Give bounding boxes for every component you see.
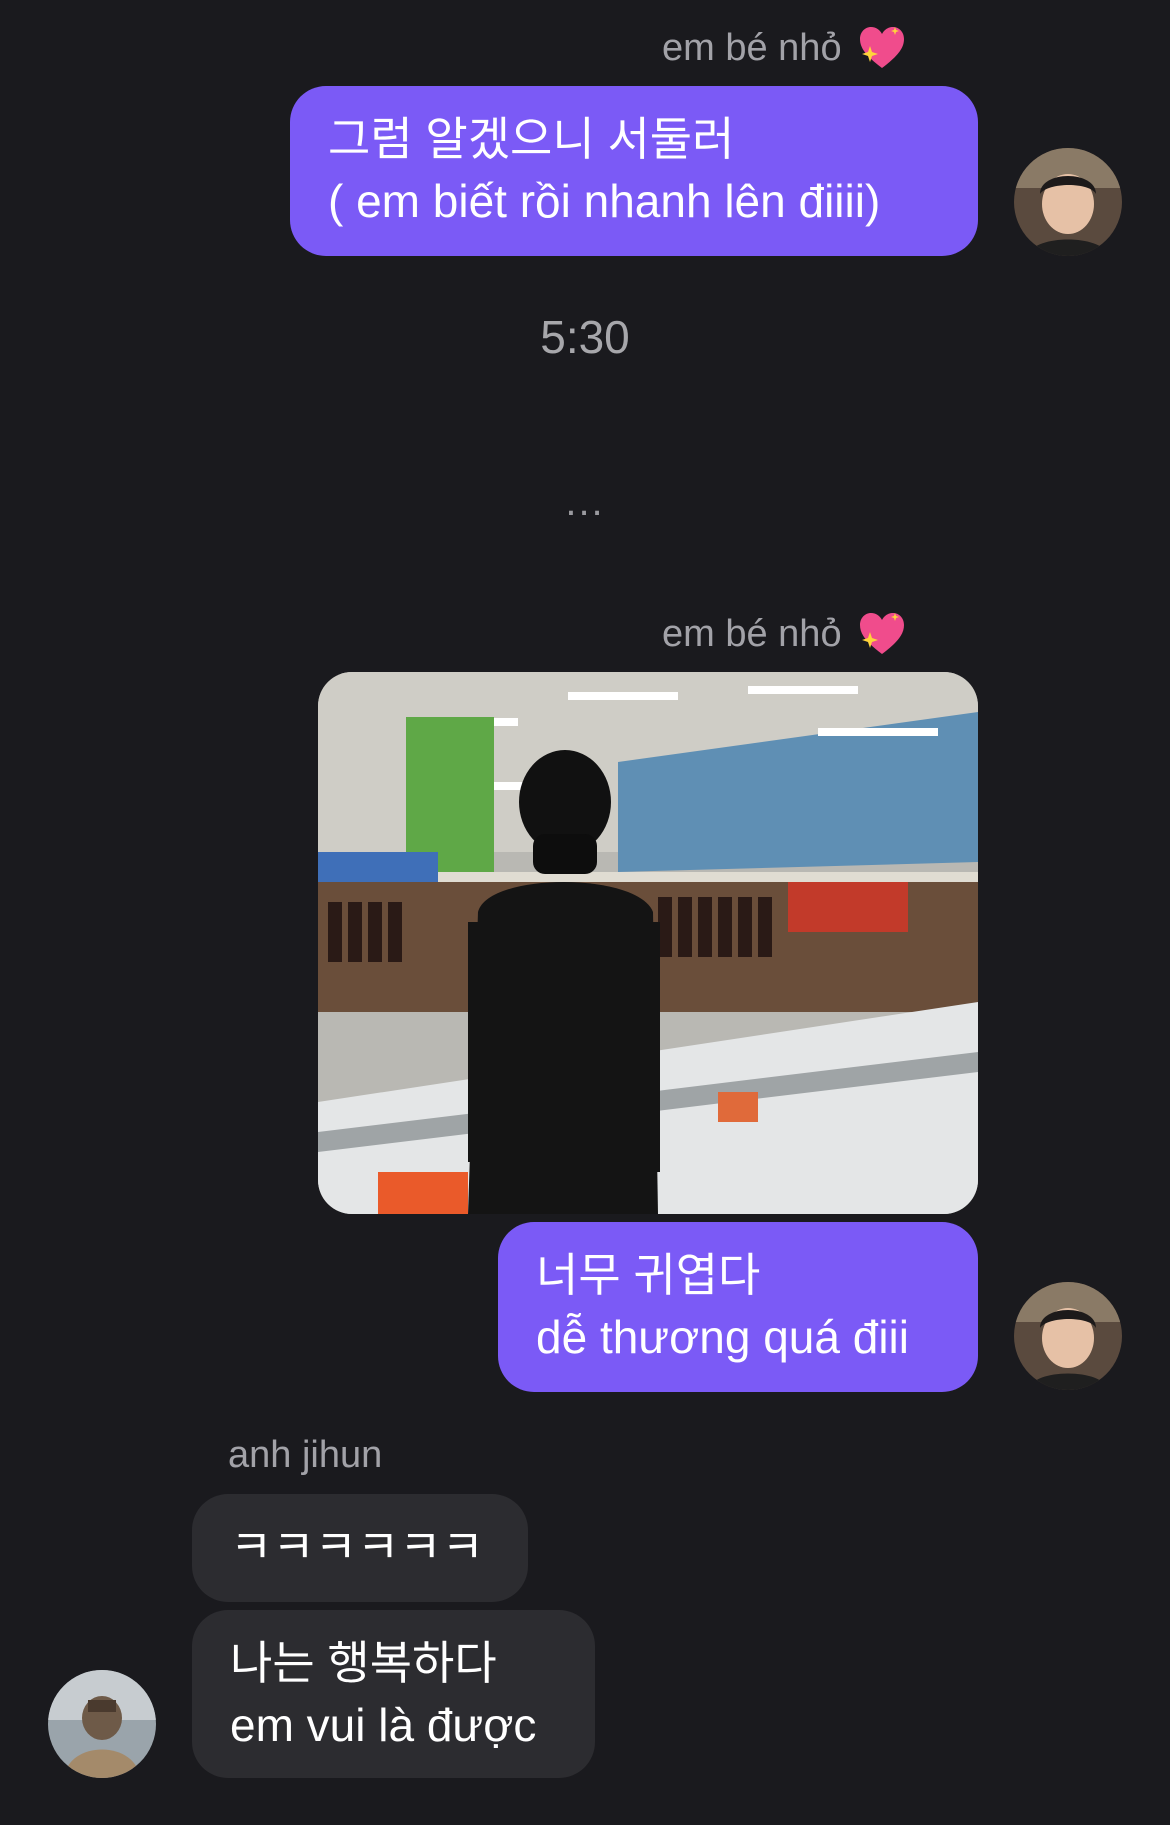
- avatar-photo: [48, 1670, 156, 1778]
- avatar[interactable]: [1014, 1282, 1122, 1390]
- sparkling-heart-icon: [859, 27, 904, 68]
- avatar-photo: [1014, 148, 1122, 256]
- avatar[interactable]: [1014, 148, 1122, 256]
- sender-name-label: em bé nhỏ: [662, 22, 908, 74]
- shared-photo-image: [318, 672, 978, 1214]
- avatar[interactable]: [48, 1670, 156, 1778]
- sender-name-label: anh jihun: [228, 1434, 383, 1476]
- outgoing-message-bubble[interactable]: 너무 귀엽다 dễ thương quá điii: [498, 1222, 978, 1392]
- outgoing-message-bubble[interactable]: 그럼 알겠으니 서둘러 ( em biết rồi nhanh lên điii…: [290, 86, 978, 256]
- chat-screen: em bé nhỏ 그럼 알겠으니 서둘러 ( em biết rồi nhan…: [0, 0, 1170, 1825]
- timestamp: 5:30: [540, 311, 630, 363]
- incoming-message-bubble[interactable]: ㅋㅋㅋㅋㅋㅋ: [192, 1494, 528, 1602]
- typing-indicator: ...: [565, 480, 605, 524]
- shared-photo[interactable]: [318, 672, 978, 1214]
- avatar-photo: [1014, 1282, 1122, 1390]
- sparkling-heart-icon: [859, 613, 904, 654]
- incoming-message-bubble[interactable]: 나는 행복하다 em vui là được: [192, 1610, 595, 1778]
- sender-name-label: em bé nhỏ: [662, 608, 908, 660]
